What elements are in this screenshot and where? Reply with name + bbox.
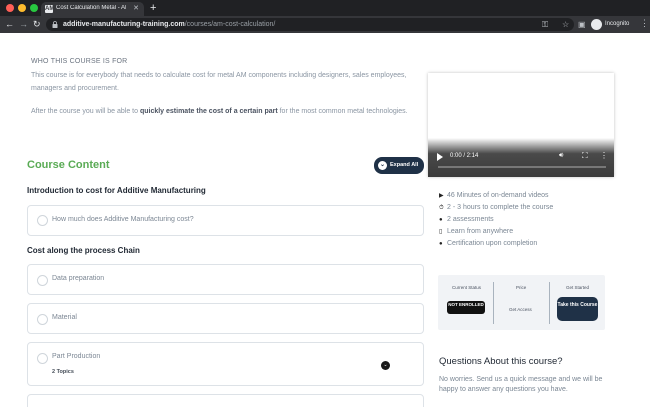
key-icon[interactable]: ⚿ (542, 19, 548, 30)
chevron-down-icon: ⌄ (378, 161, 387, 170)
browser-menu-icon[interactable]: ⋮ (640, 18, 649, 29)
tab-title: Cost Calculation Metal - AMPO (56, 5, 126, 11)
divider (493, 282, 494, 324)
who-paragraph: This course is for everybody that needs … (31, 72, 407, 92)
video-menu-icon[interactable]: ⋮ (600, 151, 608, 160)
video-player[interactable]: 0:00 / 2:14 🔊︎ ⛶ ⋮ (428, 73, 614, 177)
status-badge: NOT ENROLLED (447, 301, 485, 314)
lesson-label: Material (52, 314, 77, 321)
lesson-item[interactable] (27, 394, 424, 407)
who-heading: WHO THIS COURSE IS FOR (31, 58, 128, 65)
lesson-label: How much does Additive Manufacturing cos… (52, 216, 194, 223)
after-prefix: After the course you will be able to (31, 108, 140, 115)
expand-all-label: Expand All (390, 162, 419, 168)
forward-icon[interactable]: → (19, 18, 28, 30)
video-icon: ▶ (439, 193, 444, 199)
price-value: Get Access (509, 307, 532, 312)
after-bold: quickly estimate the cost of a certain p… (139, 108, 278, 115)
status-header: Current Status (452, 285, 482, 290)
get-started-header: Get Started (566, 285, 590, 290)
lesson-item[interactable]: Part Production 2 Topics ⌄ (27, 342, 424, 386)
url-path: /courses/am-cost-calculation/ (184, 21, 276, 28)
lesson-status-circle-icon (37, 215, 48, 226)
close-tab-icon[interactable]: ✕ (133, 4, 139, 12)
url-host: additive-manufacturing-training.com (63, 21, 185, 28)
divider (549, 282, 550, 324)
bookmark-star-icon[interactable]: ☆ (562, 19, 569, 30)
incognito-label[interactable]: Incognito (605, 21, 629, 27)
lesson-status-circle-icon (37, 275, 48, 286)
video-time: 0:00 / 2:14 (450, 153, 479, 159)
fullscreen-icon[interactable]: ⛶ (582, 151, 588, 161)
lesson-status-circle-icon (37, 353, 48, 364)
volume-icon[interactable]: 🔊︎ (559, 152, 563, 160)
questions-text: No worries. Send us a quick message and … (439, 376, 603, 393)
after-suffix: for the most common metal technologies. (277, 108, 408, 115)
lesson-label: Data preparation (52, 275, 105, 282)
stopwatch-icon: ⏱ (439, 205, 444, 211)
take-course-button[interactable]: Take this Course (557, 297, 598, 321)
sidebar-icon[interactable]: ▣ (578, 19, 586, 30)
minimize-window-button[interactable] (18, 4, 26, 12)
maximize-window-button[interactable] (30, 4, 38, 12)
after-paragraph: After the course you will be able to qui… (31, 105, 421, 118)
incognito-avatar-icon[interactable] (591, 19, 602, 30)
address-bar-row: ← → ↻ additive-manufacturing-training.co… (0, 16, 650, 33)
question-icon: ● (439, 217, 443, 223)
section-title: Cost along the process Chain (27, 246, 140, 255)
lesson-item[interactable]: How much does Additive Manufacturing cos… (27, 205, 424, 236)
new-tab-button[interactable]: + (150, 2, 156, 14)
url-input[interactable]: additive-manufacturing-training.com/cour… (46, 18, 574, 31)
reload-icon[interactable]: ↻ (33, 18, 41, 30)
site-favicon-icon: AM (45, 5, 55, 13)
price-header: Price (516, 285, 527, 290)
browser-tab-bar: AM Cost Calculation Metal - AMPO ✕ + (0, 0, 650, 16)
lock-icon[interactable] (52, 21, 58, 28)
browser-tab[interactable]: AM Cost Calculation Metal - AMPO ✕ (41, 2, 144, 16)
course-content-title: Course Content (27, 159, 110, 171)
lesson-label: Part Production (52, 353, 101, 360)
lesson-item[interactable]: Material (27, 303, 424, 334)
lesson-status-circle-icon (37, 314, 48, 325)
url-text: additive-manufacturing-training.com/cour… (63, 20, 275, 29)
video-progress-bar[interactable] (438, 166, 606, 168)
enrollment-box: Current Status Price Get Started NOT ENR… (438, 275, 605, 330)
chevron-down-icon[interactable]: ⌄ (381, 361, 390, 370)
lesson-item[interactable]: Data preparation (27, 264, 424, 295)
close-window-button[interactable] (6, 4, 14, 12)
certificate-icon: ● (439, 241, 443, 247)
expand-all-button[interactable]: ⌄ Expand All (374, 157, 424, 174)
questions-title: Questions About this course? (439, 356, 563, 367)
back-icon[interactable]: ← (5, 18, 14, 30)
mobile-icon: ▯ (439, 229, 443, 235)
section-title: Introduction to cost for Additive Manufa… (27, 186, 206, 195)
lesson-topic-count: 2 Topics (52, 369, 74, 375)
play-icon[interactable] (437, 153, 443, 161)
